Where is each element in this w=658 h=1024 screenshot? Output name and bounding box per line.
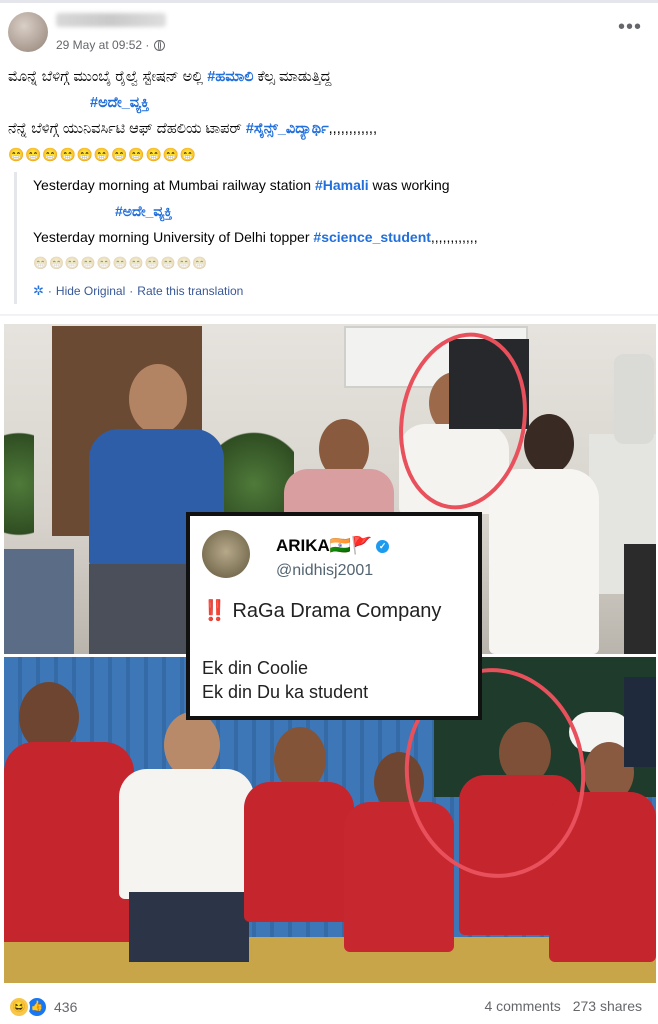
- author-name-blurred[interactable]: [56, 13, 166, 27]
- shares-count-link[interactable]: 273 shares: [573, 998, 642, 1014]
- embedded-tweet: ARIKA🇮🇳🚩 ✓ @nidhisj2001 ‼️ RaGa Drama Com…: [186, 512, 482, 720]
- tweet-body: Ek din Coolie Ek din Du ka student: [202, 658, 369, 702]
- tweet-avatar: [202, 530, 250, 578]
- haha-reaction-icon: 😆: [8, 996, 30, 1018]
- translation-line-2: #ಅದೇ_ವ್ಯಕ್ತಿ: [33, 198, 658, 224]
- gear-icon: ✲: [33, 283, 44, 298]
- hashtag-link[interactable]: #Hamali: [315, 177, 369, 193]
- reactions-summary[interactable]: 😆 👍 436: [8, 996, 77, 1018]
- comments-count-link[interactable]: 4 comments: [484, 998, 560, 1014]
- more-options-button[interactable]: •••: [618, 17, 642, 37]
- top-border: [0, 0, 658, 3]
- translation-block: Yesterday morning at Mumbai railway stat…: [14, 172, 658, 304]
- hashtag-link[interactable]: #ಹಮಾಲಿ: [207, 69, 253, 85]
- translation-emoji-line: 😁😁😁😁😁😁😁😁😁😁😁: [33, 256, 209, 270]
- hashtag-link[interactable]: #ಸೈನ್ಸ್_ವಿದ್ಯಾರ್ಥಿ: [246, 121, 329, 137]
- post-line-3: ನೆನ್ನೆ ಬೆಳಿಗ್ಗೆ ಯುನಿವರ್ಸಿಟಿ ಆಫ್ ದೆಹಲಿಯ ಟ…: [8, 121, 377, 137]
- reaction-count: 436: [54, 999, 78, 1015]
- post-text: ಮೊನ್ನೆ ಬೆಳಿಗ್ಗೆ ಮುಂಬೈ ರೈಲ್ವೆ ಸ್ಟೇಷನ್ ಅಲ್…: [8, 64, 648, 168]
- hashtag-link[interactable]: #science_student: [313, 229, 431, 245]
- translation-line-3: Yesterday morning University of Delhi to…: [33, 229, 478, 245]
- double-exclamation-icon: ‼️: [202, 600, 227, 622]
- hide-original-link[interactable]: Hide Original: [56, 278, 125, 304]
- tweet-handle: @nidhisj2001: [276, 562, 374, 579]
- separator-dot: ·: [129, 284, 134, 298]
- tweet-headline: ‼️ RaGa Drama Company: [202, 600, 442, 622]
- author-avatar[interactable]: [8, 12, 48, 52]
- separator-dot: ·: [47, 284, 52, 298]
- translation-links: ✲ · Hide Original · Rate this translatio…: [33, 278, 658, 304]
- post-meta: 29 May at 09:52 ·: [56, 38, 166, 52]
- hashtag-link[interactable]: #ಅದೇ_ವ್ಯಕ್ತಿ: [90, 95, 149, 111]
- engagement-counts: 4 comments 273 shares: [484, 998, 642, 1014]
- post-line-1: ಮೊನ್ನೆ ಬೆಳಿಗ್ಗೆ ಮುಂಬೈ ರೈಲ್ವೆ ಸ್ಟೇಷನ್ ಅಲ್…: [8, 69, 332, 85]
- post-timestamp[interactable]: 29 May at 09:52 ·: [56, 38, 149, 52]
- content-divider: [0, 314, 658, 316]
- rate-translation-link[interactable]: Rate this translation: [137, 278, 243, 304]
- tweet-author-name: ARIKA🇮🇳🚩 ✓: [276, 536, 390, 556]
- verified-badge-icon: ✓: [376, 540, 390, 554]
- globe-icon: [154, 39, 166, 51]
- translation-line-1: Yesterday morning at Mumbai railway stat…: [33, 177, 450, 193]
- hashtag-link[interactable]: #ಅದೇ_ವ್ಯಕ್ತಿ: [115, 203, 172, 219]
- post-line-2: #ಅದೇ_ವ್ಯಕ್ತಿ: [8, 90, 648, 116]
- post-emoji-line: 😁😁😁😁😁😁😁😁😁😁😁: [8, 147, 198, 162]
